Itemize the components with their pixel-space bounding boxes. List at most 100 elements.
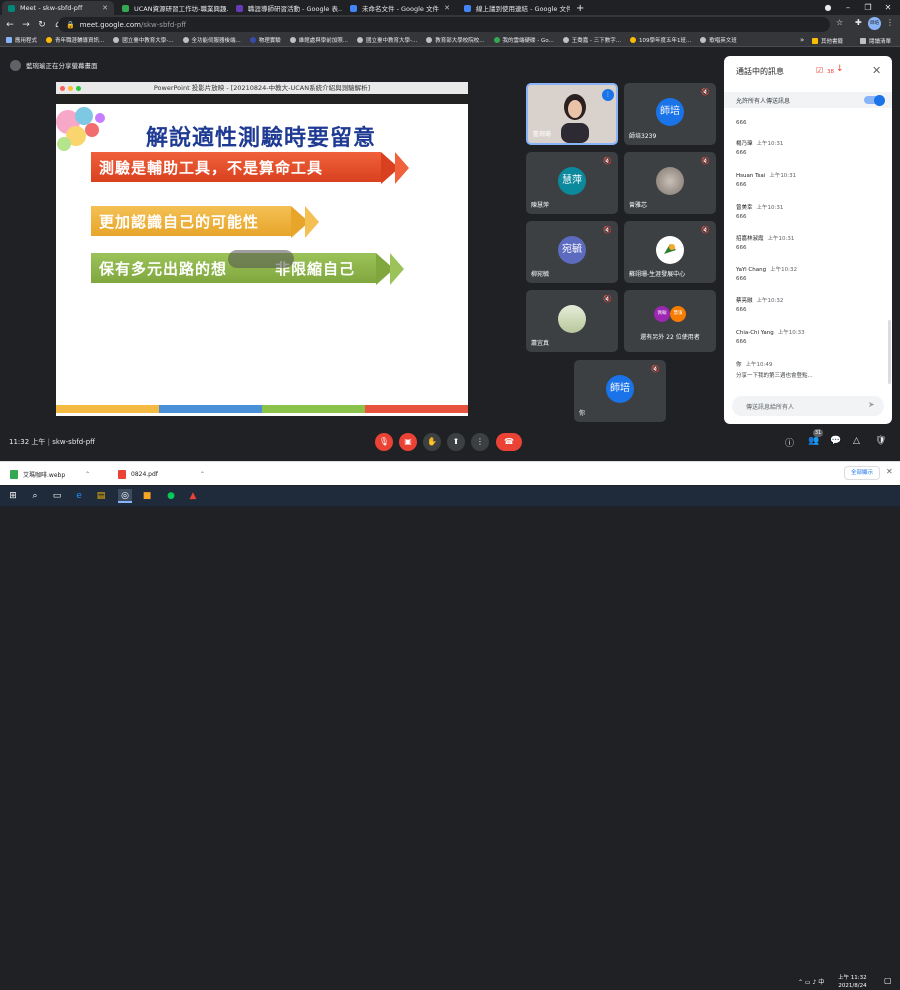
host-controls-icon[interactable]: 🛡 [875,436,886,446]
activities-icon[interactable]: △ [853,436,860,446]
camera-toggle-button[interactable]: ▣ [399,433,417,451]
chevron-up-icon[interactable]: ⌃ [85,471,90,478]
bookmark-item[interactable]: 國立臺中教育大學-... [113,36,174,44]
toggle-knob[interactable] [874,94,885,106]
download-item[interactable]: 艾瑪咖啡.webp ⌃ [10,466,90,482]
address-bar[interactable]: 🔒 meet.google.com/skw-sbfd-pff [58,17,830,32]
bookmark-item[interactable]: 109學年度五年1班... [630,36,691,44]
participant-name: 曾雅芯 [629,202,648,209]
app-icon[interactable]: ■ [140,489,154,503]
more-options-button[interactable]: ⋮ [471,433,489,451]
participant-tile-presenter[interactable]: ⋮ 藍琬瑜 [526,83,618,145]
reading-list[interactable]: 閱讀清單 [860,37,891,45]
task-view-icon[interactable]: ▭ [50,489,64,503]
bookmark-item[interactable]: 我的雲端硬碟 - Go... [493,36,554,44]
chat-time: 上午10:33 [777,330,805,336]
back-icon[interactable]: ← [4,20,16,30]
chat-sender: 蔡亮融 [736,298,753,304]
chevron-up-icon[interactable]: ⌃ [200,471,205,478]
bookmark-item[interactable]: 物理實驗 [249,36,281,44]
participant-tile[interactable]: 🔇 慧萍 陳慧萍 [526,152,618,214]
tab-ucan[interactable]: UCAN資源研習工作坊-職業興趣... ✕ [116,1,228,15]
bookmark-item[interactable]: 國立臺中教育大學-... [357,36,417,44]
file-explorer-icon[interactable]: ▤ [94,489,108,503]
close-icon[interactable]: ✕ [440,4,450,12]
chat-message: Hsuan Tsai 上午10:31 666 [736,171,886,188]
reading-list-icon [860,38,866,44]
bookmark-item[interactable]: 維館處與學前加照... [289,36,348,44]
bookmark-item[interactable]: 青年職涯輔導資訊... [46,36,104,44]
new-tab-button[interactable]: + [570,1,586,15]
tab-label: 職涯導師研習活動 - Google 表... [248,5,342,13]
menu-kebab-icon[interactable]: ⋮ [886,18,894,27]
show-all-downloads-button[interactable]: 全部顯示 [844,466,880,480]
sheets-favicon-icon [122,4,129,12]
participant-logo-avatar [656,236,684,264]
participant-tile[interactable]: 🔇 蘇翊珊-生涯發展中心 [624,221,716,283]
participant-tile[interactable]: 🔇 師培 師培3239 [624,83,716,145]
chat-time: 上午10:31 [769,173,797,179]
chat-icon[interactable]: 💬 [830,436,841,446]
lock-icon[interactable]: 🔒 [66,21,75,29]
meeting-details[interactable]: 11:32 上午 | skw-sbfd-pff [9,437,95,447]
raise-hand-button[interactable]: ✋ [423,433,441,451]
restore-icon[interactable]: ❐ [858,0,878,15]
present-button[interactable]: ⬆ [447,433,465,451]
presenter-video-icon [561,94,589,143]
close-icon[interactable]: ✕ [98,4,108,12]
chat-badge-count: 38 [827,69,834,75]
slideshow-controls-overlay[interactable] [228,250,294,268]
chat-input[interactable]: 傳送訊息給所有人 ➤ [732,396,884,416]
chat-scrollbar[interactable] [888,320,891,384]
reload-icon[interactable]: ↻ [36,20,48,30]
others-tile[interactable]: 佩翰 慧濱 還有另外 22 位使用者 [624,290,716,352]
mic-toggle-button[interactable]: 🎙 [375,433,393,451]
search-icon[interactable]: ⌕ [28,489,42,503]
extensions-icon[interactable]: ✚ [855,18,862,27]
participant-tile[interactable]: 🔇 曾雅芯 [624,152,716,214]
bookmark-item[interactable]: 教育部大學校院校... [426,36,485,44]
edge-icon[interactable]: e [72,489,86,503]
bookmark-item[interactable]: 應用程式 [6,36,37,44]
tab-docs-links[interactable]: 線上議到使用連結 - Google 文件 ✕ [458,1,570,15]
meeting-info-icon[interactable]: ⓘ [785,436,794,449]
tab-meet[interactable]: Meet - skw-sbfd-pff ✕ [2,1,114,15]
chat-panel: 通話中的訊息 ☑ 38 ↓ ✕ 允許所有人傳送訊息 666 楊乃瑋 上午10:31… [724,56,892,424]
self-tile[interactable]: 🔇 師培 你 [574,360,666,422]
other-bookmarks[interactable]: 其他書籤 [812,37,843,45]
forward-icon[interactable]: → [20,20,32,30]
bookmark-item[interactable]: 歌唱英文班 [700,36,737,44]
chrome-icon[interactable]: ◎ [118,489,132,503]
participant-tile[interactable]: 🔇 蕭宜真 [526,290,618,352]
folder-icon [630,37,636,43]
people-icon[interactable]: 👥 [808,436,819,446]
window-close-icon[interactable]: ✕ [878,0,898,15]
send-icon[interactable]: ➤ [868,400,875,409]
mic-off-icon: 🎙 [378,437,390,446]
bookmark-star-icon[interactable]: ☆ [836,18,843,27]
tab-docs-untitled[interactable]: 未命名文件 - Google 文件 ✕ [344,1,456,15]
system-tray-icons[interactable]: ⌃ ▭ ♪ 中 [798,977,824,986]
close-icon[interactable]: ✕ [872,64,881,77]
shared-screen[interactable]: PowerPoint 投影片放映 - [20210824-中教大-UCAN系統介… [56,82,468,416]
minimize-icon[interactable]: – [838,0,858,15]
participant-tile[interactable]: 🔇 宛毓 柳宛毓 [526,221,618,283]
profile-avatar[interactable]: 師培 [868,17,881,30]
bookmark-item[interactable]: 王喬嘉 - 三下數字... [562,36,621,44]
chat-input-placeholder: 傳送訊息給所有人 [746,404,795,411]
line-icon[interactable]: ● [164,489,178,503]
acrobat-icon[interactable]: ▲ [186,489,200,503]
close-icon[interactable]: ✕ [886,467,893,476]
windows-start-icon[interactable]: ⊞ [6,489,20,503]
taskbar-clock[interactable]: 上午 11:32 2021/8/24 [838,974,867,990]
hang-up-icon: ☎ [504,437,514,446]
chat-sender: YaYi Chang [736,267,767,273]
bookmarks-overflow[interactable]: » [800,36,804,44]
tab-forms[interactable]: 職涯導師研習活動 - Google 表... ✕ [230,1,342,15]
record-icon[interactable]: ● [818,0,838,15]
bookmark-item[interactable]: 全功能伺服器後端... [182,36,241,44]
notification-icon[interactable]: ▢ [884,976,892,985]
download-item[interactable]: 0824.pdf ⌃ [118,466,205,482]
leave-call-button[interactable]: ☎ [496,433,522,451]
present-screen-icon: ⬆ [452,437,460,446]
